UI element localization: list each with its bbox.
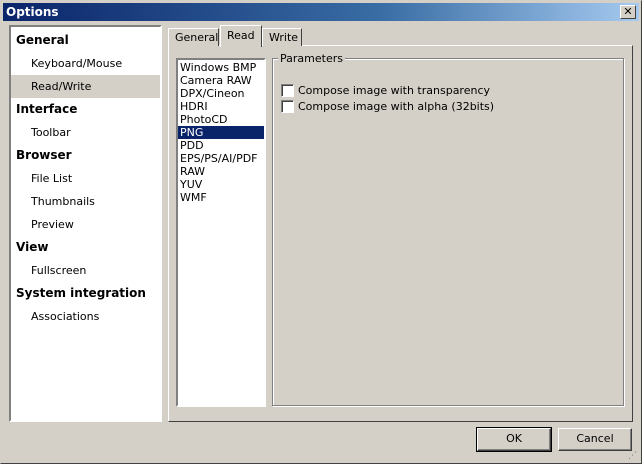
format-list-item[interactable]: PNG (178, 126, 264, 139)
ok-button[interactable]: OK (476, 427, 552, 452)
format-list-item[interactable]: HDRI (178, 100, 264, 113)
close-icon[interactable]: ✕ (620, 5, 636, 19)
tab-read[interactable]: Read (220, 25, 262, 47)
category-item[interactable]: Read/Write (11, 75, 160, 98)
category-item[interactable]: General (11, 29, 160, 52)
format-list-item[interactable]: WMF (178, 191, 264, 204)
title-bar: Options ✕ (3, 3, 639, 21)
category-tree: General Keyboard/Mouse Read/Write Interface… (9, 25, 162, 422)
tab-write[interactable]: Write (262, 28, 302, 46)
format-list[interactable]: Windows BMP Camera RAW DPX/Cineon HDRI Photo… (176, 58, 266, 407)
category-item[interactable]: View (11, 236, 160, 259)
format-list-item[interactable]: EPS/PS/AI/PDF (178, 152, 264, 165)
parameters-title: Parameters (278, 52, 345, 65)
cancel-button[interactable]: Cancel (558, 428, 632, 451)
category-item[interactable]: File List (11, 167, 160, 190)
category-item[interactable]: Interface (11, 98, 160, 121)
category-item[interactable]: Associations (11, 305, 160, 328)
category-item[interactable]: Keyboard/Mouse (11, 52, 160, 75)
checkbox[interactable] (281, 100, 294, 113)
format-list-item[interactable]: RAW (178, 165, 264, 178)
format-list-item[interactable]: PDD (178, 139, 264, 152)
format-list-item[interactable]: YUV (178, 178, 264, 191)
format-list-item[interactable]: Camera RAW (178, 74, 264, 87)
format-list-item[interactable]: PhotoCD (178, 113, 264, 126)
option-label: Compose image with alpha (32bits) (298, 100, 495, 113)
category-item[interactable]: Toolbar (11, 121, 160, 144)
category-item[interactable]: Browser (11, 144, 160, 167)
resize-grip-icon[interactable]: ⋰ (628, 450, 640, 462)
category-item[interactable]: System integration (11, 282, 160, 305)
format-list-item[interactable]: DPX/Cineon (178, 87, 264, 100)
window-title: Options (6, 5, 59, 19)
format-list-item[interactable]: Windows BMP (178, 61, 264, 74)
checkbox[interactable] (281, 84, 294, 97)
category-item[interactable]: Thumbnails (11, 190, 160, 213)
option-label: Compose image with transparency (298, 84, 491, 97)
category-item[interactable]: Preview (11, 213, 160, 236)
tab-general[interactable]: General (168, 28, 219, 46)
category-item[interactable]: Fullscreen (11, 259, 160, 282)
